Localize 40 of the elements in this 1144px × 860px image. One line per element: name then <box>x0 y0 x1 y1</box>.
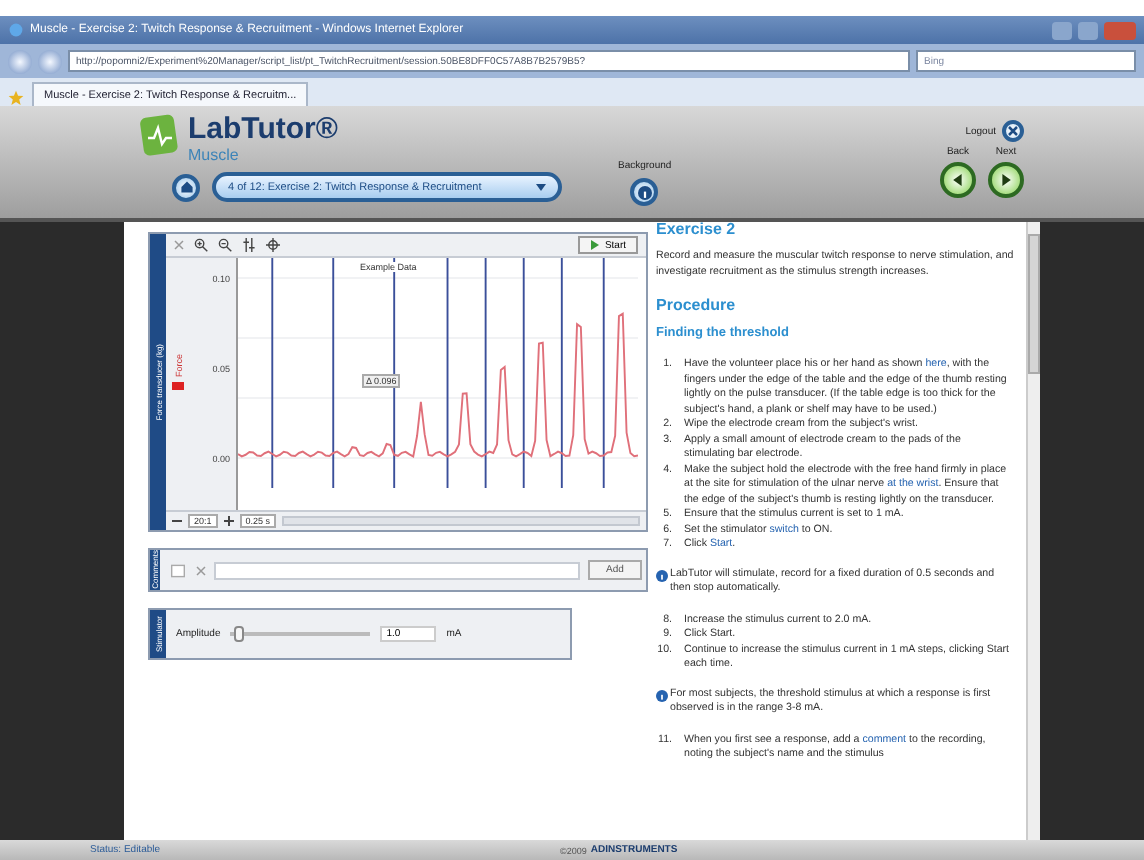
info-icon <box>656 689 668 701</box>
dropdown-caret-icon <box>536 182 546 192</box>
background-info-button[interactable] <box>630 178 659 206</box>
browser-icon <box>8 22 24 38</box>
close-icon <box>174 240 184 250</box>
maximize-button[interactable] <box>1078 21 1098 39</box>
close-icon <box>196 565 206 575</box>
logout-button[interactable] <box>1002 120 1024 142</box>
channel-color-swatch <box>172 382 184 390</box>
vertical-scrollbar[interactable] <box>1026 222 1040 840</box>
minimize-button[interactable] <box>1052 21 1072 39</box>
module-name: Muscle <box>188 146 241 164</box>
close-icon <box>1008 126 1018 136</box>
home-button[interactable] <box>172 173 200 201</box>
crosshair-icon <box>266 238 280 252</box>
back-button[interactable] <box>8 49 32 73</box>
right-arrow-icon <box>1000 174 1012 186</box>
horizontal-scrollbar[interactable] <box>282 516 640 526</box>
back-nav-button[interactable] <box>940 162 976 198</box>
zoom-out-icon <box>218 238 232 252</box>
minus-icon <box>172 516 182 526</box>
info-icon <box>637 185 652 199</box>
home-icon <box>179 180 193 194</box>
star-icon <box>8 90 24 106</box>
left-arrow-icon <box>952 174 964 186</box>
next-nav-button[interactable] <box>988 162 1024 198</box>
comment-box-icon <box>168 563 188 577</box>
procedure-heading: Procedure <box>656 296 738 314</box>
comment-input-field[interactable] <box>214 561 580 579</box>
logo-icon <box>140 114 180 158</box>
vertical-scale-icon <box>242 238 256 252</box>
plus-icon <box>223 516 234 526</box>
exercise-title: Exercise 2 <box>656 222 738 238</box>
app-logo-text: LabTutor® <box>188 114 338 146</box>
zoom-in-icon <box>194 238 208 252</box>
forward-button[interactable] <box>38 49 62 73</box>
close-button[interactable] <box>1104 21 1136 39</box>
play-icon <box>590 240 601 250</box>
info-icon <box>656 569 668 581</box>
amplitude-slider-thumb[interactable] <box>233 626 244 642</box>
